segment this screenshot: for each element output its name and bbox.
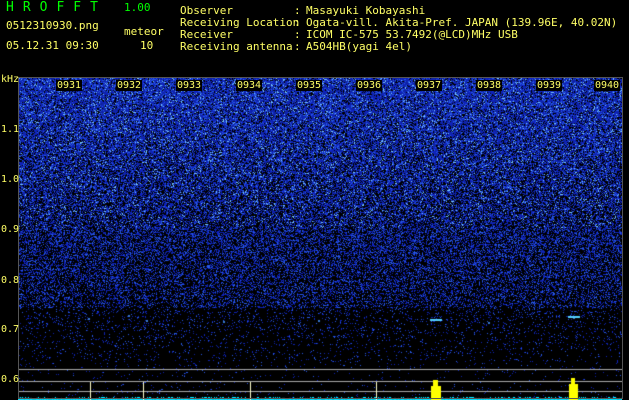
datetime: 05.12.31 09:30 [6,39,99,52]
time-tick-label: 0940 [594,80,621,91]
time-tick-label: 0939 [536,80,563,91]
y-tick-label: 1.0 [1,174,20,185]
y-tick-label: 0.7 [1,324,20,335]
time-tick-label: 0934 [236,80,263,91]
meteor-count: 10 [140,39,154,52]
app-version: 1.00 [124,1,151,14]
spectrogram [18,78,622,400]
time-tick-label: 0935 [296,80,323,91]
y-tick-label: 1.1 [1,124,20,135]
time-tick-label: 0937 [416,80,443,91]
y-tick-label: 0.6 [1,374,20,385]
time-tick-label: 0938 [476,80,503,91]
time-tick-label: 0936 [356,80,383,91]
app-title: HROFFT [6,0,107,15]
antenna-value: A504HB(yagi 4el) [306,40,412,53]
antenna-label: Receiving antenna [180,40,293,53]
antenna-colon: : [294,40,301,53]
axis-unit-label: kHz [1,74,20,85]
time-tick-label: 0932 [116,80,143,91]
time-tick-label: 0933 [176,80,203,91]
filename: 0512310930.png [6,19,99,32]
meteor-label: meteor [124,25,164,38]
time-tick-label: 0931 [56,80,83,91]
y-tick-label: 0.8 [1,275,20,286]
y-tick-label: 0.9 [1,224,20,235]
